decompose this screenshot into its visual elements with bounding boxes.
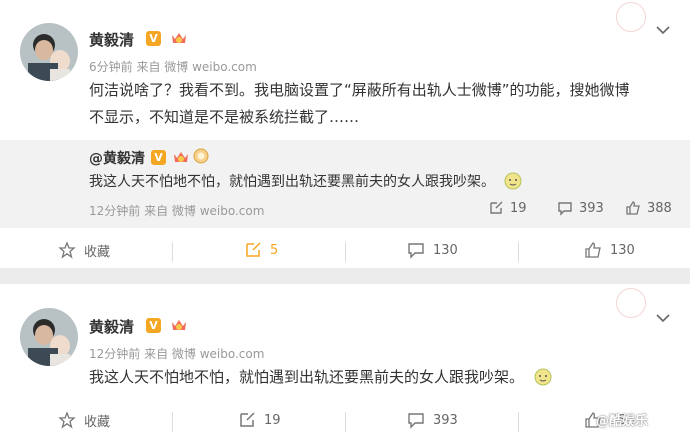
emoji-icon [534,368,552,386]
thumbs-up-icon [626,201,640,215]
quoted-author-name[interactable]: @黄毅清 [89,151,145,167]
star-icon [58,411,76,429]
repost-count: 5 [270,242,279,258]
watermark-text: @酷娱乐 [596,414,649,429]
repost-button[interactable]: 5 [244,236,278,264]
comment-icon [558,202,572,216]
weibo-post-1: 黄毅清 V 6分钟前 来自 微博 weibo.com 何洁说啥了？我看不到。我电… [0,0,690,268]
quoted-repost-count: 19 [510,200,527,216]
quoted-comment-stat[interactable]: 393 [557,200,604,216]
comment-count: 393 [433,412,458,428]
divider [518,412,519,432]
comment-icon [408,413,424,429]
favorite-label: 收藏 [84,244,111,260]
quoted-like-count: 388 [647,200,672,216]
emoji-icon [504,172,522,190]
avatar[interactable] [20,23,78,81]
chevron-down-icon[interactable] [656,314,670,323]
quoted-repost-stat[interactable]: 19 [488,200,527,216]
divider [345,412,346,432]
like-count: 130 [610,242,635,258]
divider [172,412,173,432]
divider [172,242,173,262]
star-icon [58,241,76,259]
watermark-stamp-icon [616,288,646,318]
post-meta: 6分钟前 来自 微博 weibo.com [89,60,257,74]
crown-badge-icon [174,152,188,162]
comment-count: 130 [433,242,458,258]
comment-button[interactable]: 393 [407,406,458,434]
quoted-like-stat[interactable]: 388 [625,200,672,216]
comment-icon [408,243,424,259]
repost-button[interactable]: 19 [238,406,281,434]
quoted-post[interactable]: @黄毅清 V 我这人天不怕地不怕，就怕遇到出轨还要黑前夫的女人跟我吵架。 12分… [0,140,690,228]
thumbs-up-icon [585,242,601,258]
repost-icon [246,242,261,257]
crown-badge-icon [172,320,186,330]
post-text-content: 我这人天不怕地不怕，就怕遇到出轨还要黑前夫的女人跟我吵架。 [89,368,525,386]
watermark-stamp-icon [616,2,646,32]
comment-button[interactable]: 130 [407,236,458,264]
favorite-button[interactable]: 收藏 [58,236,110,264]
quoted-author[interactable]: @黄毅清 [89,148,145,168]
verified-v-icon: V [151,150,166,165]
favorite-button[interactable]: 收藏 [58,406,110,434]
post-text: 我这人天不怕地不怕，就怕遇到出轨还要黑前夫的女人跟我吵架。 [89,366,553,387]
medal-icon [193,148,209,164]
verified-v-icon: V [146,31,161,46]
crown-badge-icon [172,33,186,43]
chevron-down-icon[interactable] [656,26,670,35]
post-meta: 12分钟前 来自 微博 weibo.com [89,347,265,361]
repost-icon [240,412,255,427]
favorite-label: 收藏 [84,414,111,430]
quoted-meta: 12分钟前 来自 微博 weibo.com [89,204,265,218]
repost-count: 19 [264,412,281,428]
divider [345,242,346,262]
divider [518,242,519,262]
avatar[interactable] [20,308,78,366]
repost-icon [490,201,503,214]
weibo-post-2: 黄毅清 V 12分钟前 来自 微博 weibo.com 我这人天不怕地不怕，就怕… [0,284,690,438]
verified-v-icon: V [146,318,161,333]
quoted-text-content: 我这人天不怕地不怕，就怕遇到出轨还要黑前夫的女人跟我吵架。 [89,174,495,190]
post-text-line2: 不显示，不知道是不是被系统拦截了…… [89,108,360,126]
quoted-text: 我这人天不怕地不怕，就怕遇到出轨还要黑前夫的女人跟我吵架。 [89,170,523,191]
like-button[interactable]: 130 [584,236,635,264]
post-text-line1: 何洁说啥了？我看不到。我电脑设置了“屏蔽所有出轨人士微博”的功能，搜她微博 [89,81,630,99]
author-name[interactable]: 黄毅清 [89,316,134,337]
quoted-comment-count: 393 [579,200,604,216]
author-name[interactable]: 黄毅清 [89,29,134,50]
